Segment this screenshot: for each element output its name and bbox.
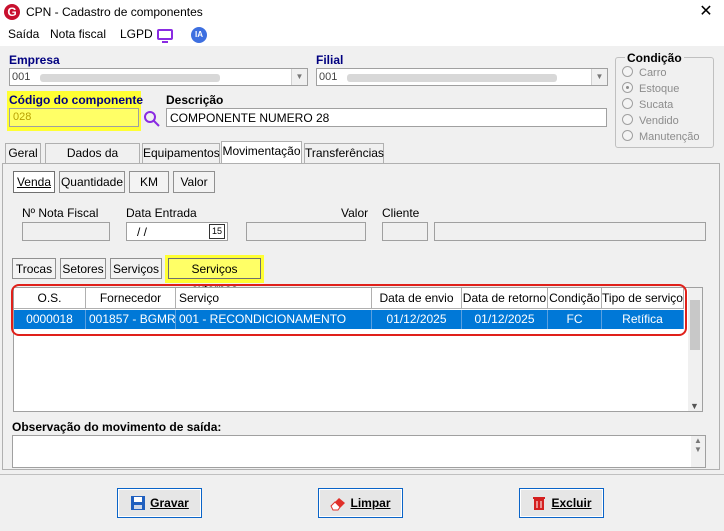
menu-nota-fiscal[interactable]: Nota fiscal — [50, 27, 106, 41]
radio-manutencao[interactable]: Manutenção — [622, 130, 700, 143]
tab-equipamentos[interactable]: Equipamentos — [142, 143, 220, 163]
cliente-code-field[interactable] — [382, 222, 428, 241]
descricao-label: Descrição — [166, 93, 224, 107]
filial-value: 001 — [319, 71, 338, 83]
annotation-highlight-box — [11, 284, 687, 336]
subtab-quantidade[interactable]: Quantidade — [59, 171, 125, 193]
condicao-label: Condição — [625, 51, 684, 65]
radio-circle-icon — [622, 114, 633, 125]
empresa-label: Empresa — [9, 53, 60, 67]
tab-dados-da-compra[interactable]: Dados da compra — [45, 143, 140, 179]
observacao-field[interactable]: ▲ ▼ — [12, 435, 706, 468]
footer-divider — [0, 474, 724, 475]
data-entrada-field[interactable]: / / 15 — [126, 222, 228, 241]
tab-servicos-externos[interactable]: Serviços externos — [168, 258, 261, 296]
tab-trocas[interactable]: Trocas — [12, 258, 56, 279]
app-logo-icon: G — [4, 4, 20, 20]
subtab-valor[interactable]: Valor — [173, 171, 215, 193]
monitor-icon[interactable] — [157, 29, 173, 43]
save-icon — [130, 493, 146, 510]
nf-label: Nº Nota Fiscal — [22, 206, 99, 220]
nf-field[interactable] — [22, 222, 110, 241]
codigo-label: Código do componente — [9, 93, 143, 107]
window-title: CPN - Cadastro de componentes — [26, 5, 203, 19]
cliente-name-field[interactable] — [434, 222, 706, 241]
limpar-button[interactable]: Limpar — [318, 488, 403, 518]
filial-redacted-name — [347, 74, 557, 82]
chevron-down-icon[interactable]: ▼ — [291, 69, 307, 85]
grid-scrollbar[interactable]: ▼ — [688, 288, 702, 411]
gravar-button[interactable]: Gravar — [117, 488, 202, 518]
radio-circle-icon — [622, 66, 633, 77]
valor-label: Valor — [341, 206, 369, 220]
radio-carro[interactable]: Carro — [622, 66, 667, 79]
close-icon[interactable]: ✕ — [694, 2, 718, 22]
empresa-value: 001 — [12, 71, 31, 83]
radio-circle-icon — [622, 130, 633, 141]
ia-assistant-icon[interactable]: IA — [191, 27, 207, 43]
filial-select[interactable]: 001 ▼ — [316, 68, 608, 86]
title-bar: G CPN - Cadastro de componentes ✕ — [0, 0, 724, 24]
menu-bar: Saída Nota fiscal LGPD — [0, 24, 724, 46]
tab-servicos[interactable]: Serviços — [110, 258, 162, 279]
filial-label: Filial — [316, 53, 344, 67]
empresa-redacted-name — [40, 74, 220, 82]
scroll-thumb[interactable] — [690, 300, 700, 350]
radio-sucata[interactable]: Sucata — [622, 98, 673, 111]
observacao-scrollbar[interactable]: ▲ ▼ — [691, 436, 705, 467]
valor-field[interactable] — [246, 222, 366, 241]
trash-icon — [531, 493, 547, 510]
subtab-venda[interactable]: Venda — [13, 171, 55, 193]
tab-movimentacao[interactable]: Movimentação — [221, 141, 302, 164]
calendar-icon[interactable]: 15 — [209, 224, 225, 239]
descricao-field[interactable]: COMPONENTE NUMERO 28 — [166, 108, 607, 127]
cliente-label: Cliente — [382, 206, 420, 220]
radio-estoque[interactable]: Estoque — [622, 82, 679, 95]
codigo-field[interactable]: 028 — [9, 108, 139, 127]
menu-lgpd[interactable]: LGPD — [120, 27, 153, 41]
tab-setores[interactable]: Setores — [60, 258, 106, 279]
empresa-select[interactable]: 001 ▼ — [9, 68, 308, 86]
chevron-down-icon[interactable]: ▼ — [690, 401, 699, 411]
radio-vendido[interactable]: Vendido — [622, 114, 679, 127]
search-icon[interactable] — [143, 110, 161, 128]
chevron-down-icon[interactable]: ▼ — [591, 69, 607, 85]
excluir-button[interactable]: Excluir — [519, 488, 604, 518]
radio-circle-icon — [622, 98, 633, 109]
observacao-label: Observação do movimento de saída: — [12, 420, 222, 434]
tab-geral[interactable]: Geral — [5, 143, 41, 163]
subtab-km[interactable]: KM — [129, 171, 169, 193]
tab-transferencias[interactable]: Transferências — [304, 143, 384, 163]
eraser-icon — [330, 493, 346, 511]
data-entrada-label: Data Entrada — [126, 206, 197, 220]
menu-saida[interactable]: Saída — [8, 27, 39, 41]
radio-selected-icon — [622, 82, 633, 93]
